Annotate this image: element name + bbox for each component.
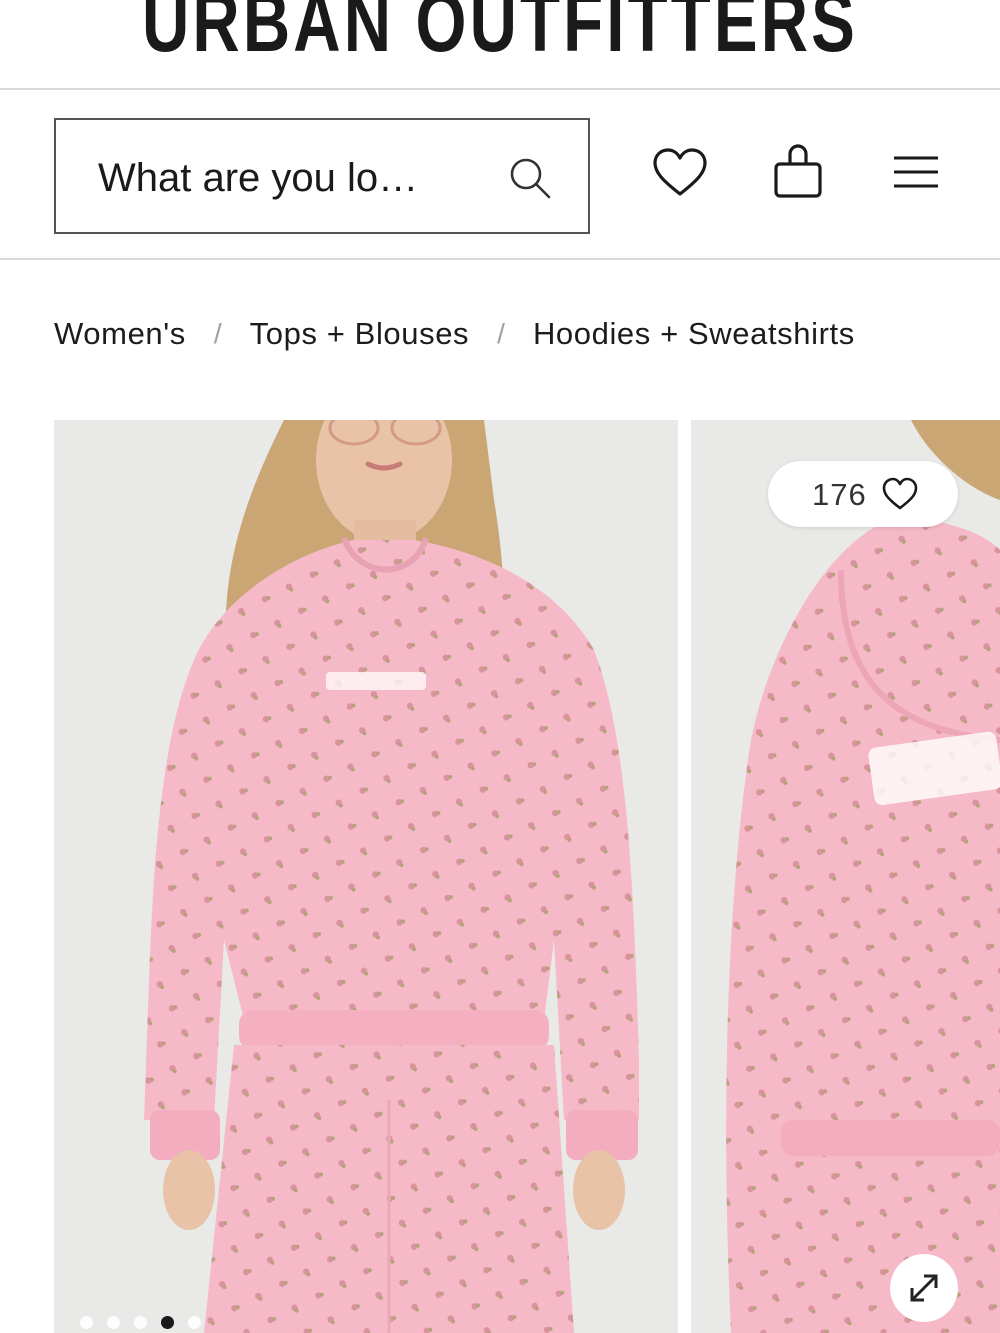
product-image-back[interactable] (691, 420, 1000, 1333)
gallery-dot[interactable] (107, 1316, 120, 1329)
gallery-dot[interactable] (134, 1316, 147, 1329)
brand-logo[interactable]: URBAN OUTFITTERS (110, 0, 890, 72)
like-button[interactable]: 176 (768, 461, 958, 527)
breadcrumb-separator: / (213, 318, 222, 349)
heart-icon[interactable] (652, 146, 708, 202)
breadcrumb-separator: / (497, 318, 505, 349)
breadcrumb-item-womens[interactable]: Women's (54, 316, 186, 352)
shopping-bag-icon[interactable] (770, 144, 826, 200)
gallery-dot[interactable] (188, 1316, 201, 1329)
gallery-pagination (80, 1316, 201, 1329)
product-image-gallery[interactable] (0, 420, 1000, 1333)
expand-icon (910, 1274, 938, 1302)
gallery-dot[interactable] (80, 1316, 93, 1329)
breadcrumb-item-hoodies-sweatshirts[interactable]: Hoodies + Sweatshirts (533, 316, 855, 352)
site-header: What are you lo… (0, 90, 1000, 260)
search-icon[interactable] (508, 156, 552, 200)
logo-bar: URBAN OUTFITTERS (0, 0, 1000, 90)
breadcrumb-item-tops-blouses[interactable]: Tops + Blouses (250, 316, 470, 352)
breadcrumb: Women's / Tops + Blouses / Hoodies + Swe… (54, 312, 855, 356)
expand-image-button[interactable] (890, 1254, 958, 1322)
heart-outline-icon[interactable] (882, 477, 918, 511)
search-input-text[interactable]: What are you lo… (98, 156, 418, 201)
hamburger-menu-icon[interactable] (888, 146, 944, 202)
like-count: 176 (812, 477, 867, 512)
search-input[interactable]: What are you lo… (54, 118, 590, 234)
product-image-front[interactable] (54, 420, 678, 1333)
gallery-dot-active[interactable] (161, 1316, 174, 1329)
